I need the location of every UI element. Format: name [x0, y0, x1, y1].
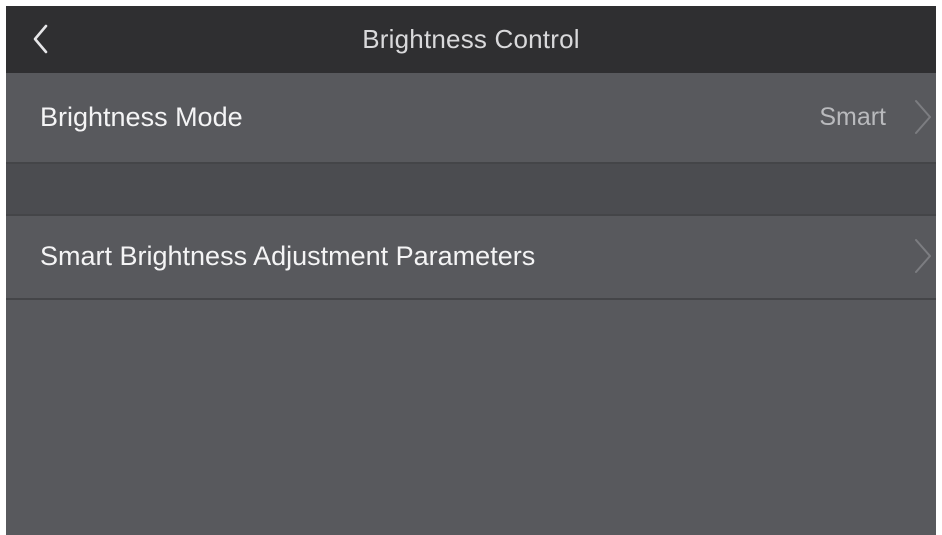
brightness-mode-label: Brightness Mode — [40, 102, 243, 132]
brightness-control-screen: Brightness Control Brightness Mode Smart… — [6, 6, 936, 535]
smart-brightness-parameters-label: Smart Brightness Adjustment Parameters — [40, 241, 536, 271]
title-bar: Brightness Control — [6, 6, 936, 73]
brightness-mode-row[interactable]: Brightness Mode Smart — [6, 73, 936, 162]
page-title: Brightness Control — [362, 24, 580, 54]
divider — [6, 298, 936, 300]
brightness-mode-value: Smart — [819, 103, 886, 131]
smart-brightness-parameters-row[interactable]: Smart Brightness Adjustment Parameters — [6, 216, 936, 300]
chevron-right-icon — [910, 236, 936, 276]
chevron-left-icon — [33, 24, 48, 54]
back-button[interactable] — [22, 20, 62, 60]
chevron-right-icon — [910, 97, 936, 137]
section-gap — [6, 164, 936, 214]
